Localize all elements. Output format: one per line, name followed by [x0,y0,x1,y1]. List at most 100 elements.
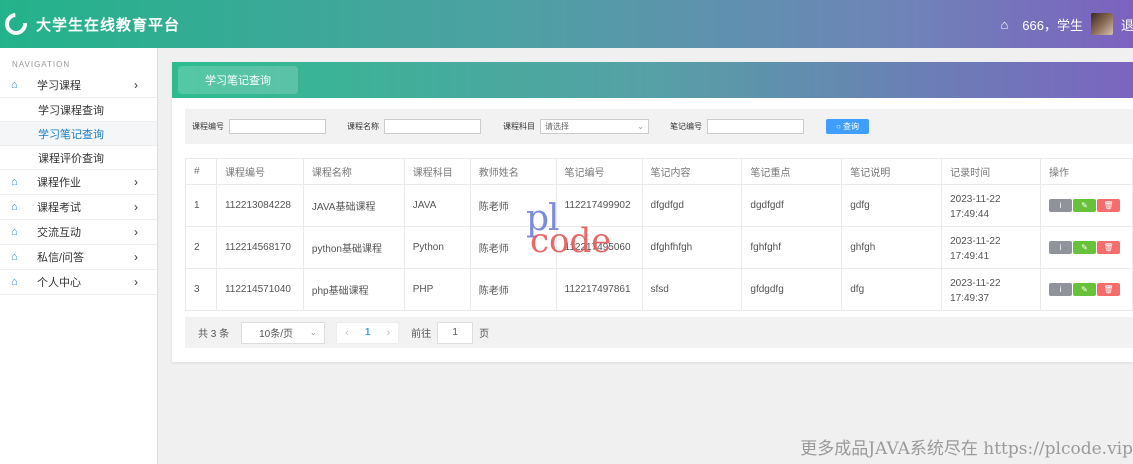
cell-teacher: 陈老师 [469,184,557,227]
delete-button[interactable]: 🗑 [1096,199,1120,212]
note-no-field-group: 笔记编号 [670,119,804,134]
note-no-input[interactable] [707,119,804,134]
user-name: 666，学生 [1022,17,1083,33]
cell-note-no: 112217495060 [555,226,643,269]
cell-desc: dfg [841,268,943,311]
sidebar-item-interaction[interactable]: ⌂ 交流互动 › [0,220,157,245]
cell-index: 3 [185,268,217,311]
info-button[interactable]: i [1048,199,1072,212]
col-header: 笔记重点 [741,158,843,185]
cell-content: dfghfhfgh [641,226,743,269]
cell-key: dgdfgdf [741,184,843,227]
home-icon[interactable]: ⌂ [1000,17,1008,32]
sub-item-note-query[interactable]: 学习笔记查询 [0,122,157,146]
current-page[interactable]: 1 [365,327,371,338]
col-header: 课程科目 [403,158,471,185]
edit-button[interactable]: ✎ [1072,283,1096,296]
top-navbar: 大学生在线教育平台 ⌂ 666，学生 退出 [0,0,1133,48]
topbar-user-area: ⌂ 666，学生 退出 [1000,0,1133,48]
chevron-right-icon: › [134,78,138,92]
app-title: 大学生在线教育平台 [36,16,181,34]
home-icon: ⌂ [11,226,18,238]
search-button[interactable]: ○ 查询 [826,119,869,134]
subject-select[interactable]: 请选择 ⌄ [540,119,649,134]
cell-desc: ghfgh [841,226,943,269]
cell-course-name: php基础课程 [302,268,405,311]
cell-course-name: python基础课程 [302,226,405,269]
sidebar-item-homework[interactable]: ⌂ 课程作业 › [0,170,157,195]
cell-subject: Python [403,226,471,269]
home-icon: ⌂ [11,201,18,213]
page-nav: ‹ 1 › [336,321,400,344]
edit-button[interactable]: ✎ [1072,199,1096,212]
pagination-total: 共 3 条 [198,329,230,340]
col-header: 笔记内容 [641,158,743,185]
delete-button[interactable]: 🗑 [1096,241,1120,254]
course-name-label: 课程名称 [347,122,379,131]
col-header: 课程编号 [215,158,304,185]
col-header: 课程名称 [302,158,405,185]
info-button[interactable]: i [1048,283,1072,296]
table-header-row: # 课程编号 课程名称 课程科目 教师姓名 笔记编号 笔记内容 笔记重点 笔记说… [185,158,1133,185]
cell-subject: JAVA [403,184,471,227]
sidebar-item-messages[interactable]: ⌂ 私信/问答 › [0,245,157,270]
cell-content: sfsd [641,268,743,311]
cell-teacher: 陈老师 [469,226,557,269]
cell-actions: i ✎ 🗑 [1039,184,1133,227]
chevron-right-icon: › [134,250,138,264]
logout-link[interactable]: 退出 [1121,15,1133,34]
sidebar-item-profile[interactable]: ⌂ 个人中心 › [0,270,157,295]
main-panel: 学习笔记查询 课程编号 课程名称 课程科目 请选择 ⌄ 笔记编号 ○ 查询 # … [172,62,1133,362]
cell-teacher: 陈老师 [469,268,557,311]
table-row: 1 112213084228 JAVA基础课程 JAVA 陈老师 1122174… [185,184,1133,227]
home-icon: ⌂ [11,79,18,91]
cell-note-no: 112217499902 [555,184,643,227]
sidebar-item-label: 课程考试 [37,202,81,214]
course-name-field-group: 课程名称 [347,119,481,134]
page-jump-input[interactable]: 1 [437,321,474,344]
subject-field-group: 课程科目 请选择 ⌄ [503,119,649,134]
note-no-label: 笔记编号 [670,122,702,131]
sidebar-item-label: 学习课程 [37,80,81,92]
page-unit-label: 页 [479,329,490,340]
cell-time: 2023-11-22 17:49:41 [941,226,1041,269]
chevron-right-icon: › [134,200,138,214]
course-no-field-group: 课程编号 [192,119,326,134]
search-button-label: 查询 [843,122,860,131]
cell-course-no: 112213084228 [215,184,304,227]
cell-key: fghfghf [741,226,843,269]
edit-button[interactable]: ✎ [1072,241,1096,254]
avatar[interactable] [1091,13,1113,35]
delete-button[interactable]: 🗑 [1096,283,1120,296]
chevron-right-icon: › [134,275,138,289]
course-no-input[interactable] [229,119,326,134]
home-icon: ⌂ [11,251,18,263]
cell-key: gfdgdfg [741,268,843,311]
sidebar-item-label: 个人中心 [37,277,81,289]
cell-content: dfgdfgd [641,184,743,227]
page-size-select[interactable]: 10条/页 ⌄ [241,321,326,344]
cell-desc: gdfg [841,184,943,227]
next-page-icon[interactable]: › [386,327,390,339]
col-header: # [185,158,217,185]
course-name-input[interactable] [384,119,481,134]
course-no-label: 课程编号 [192,122,224,131]
sidebar-item-study-course[interactable]: ⌂ 学习课程 › [0,73,157,98]
sub-item-course-query[interactable]: 学习课程查询 [0,98,157,122]
cell-time: 2023-11-22 17:49:44 [941,184,1041,227]
sidebar-item-label: 课程作业 [37,177,81,189]
info-button[interactable]: i [1048,241,1072,254]
cell-actions: i ✎ 🗑 [1039,226,1133,269]
goto-label: 前往 [411,329,432,340]
table-row: 2 112214568170 python基础课程 Python 陈老师 112… [185,226,1133,269]
tab-note-query[interactable]: 学习笔记查询 [178,66,298,94]
search-form: 课程编号 课程名称 课程科目 请选择 ⌄ 笔记编号 ○ 查询 [185,109,1133,144]
col-header: 教师姓名 [469,158,557,185]
sub-item-review-query[interactable]: 课程评价查询 [0,146,157,170]
nav-heading: NAVIGATION [12,60,71,69]
pagination: 共 3 条 10条/页 ⌄ ‹ 1 › 前往 1 页 [185,317,1133,348]
prev-page-icon[interactable]: ‹ [345,327,349,339]
sidebar-item-exam[interactable]: ⌂ 课程考试 › [0,195,157,220]
sidebar-item-label: 交流互动 [37,227,81,239]
home-icon: ⌂ [11,276,18,288]
